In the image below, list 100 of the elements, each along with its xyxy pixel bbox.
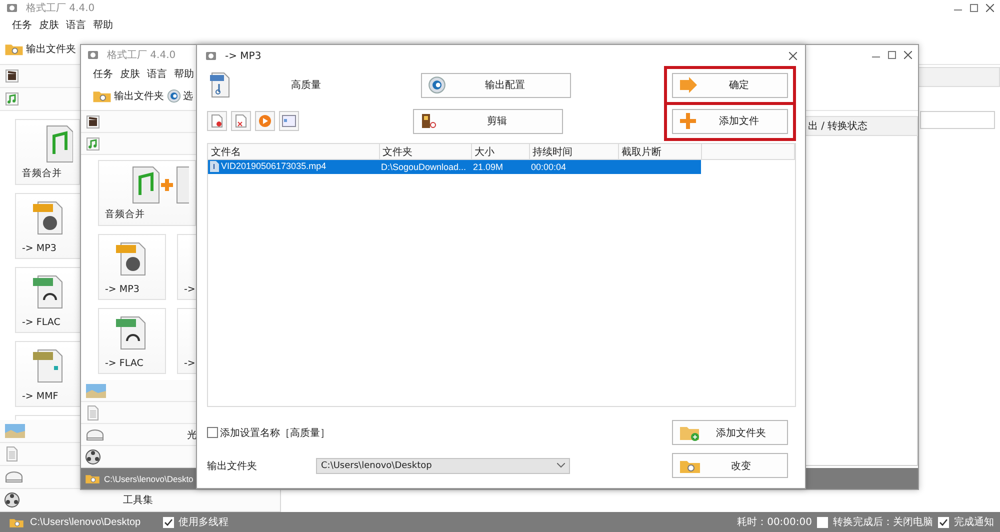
toolbar-button-label[interactable]: 输出文件夹 — [26, 42, 76, 56]
toolbar-button-label[interactable]: 输出文件夹 — [114, 89, 164, 103]
chevron-down-icon — [557, 463, 565, 468]
preset-name: 高质量 — [291, 78, 321, 92]
landscape-image-icon — [4, 423, 26, 439]
film-clip-icon — [85, 114, 101, 130]
film-reel-icon — [4, 492, 20, 508]
mp3-file-icon — [209, 72, 231, 98]
checkbox-label: 使用多线程 — [178, 516, 229, 529]
gear-icon — [428, 76, 446, 94]
tile-label: -> FLAC — [22, 317, 62, 328]
window-title: 格式工厂 4.4.0 — [107, 48, 176, 62]
format-tile[interactable]: -> MMF — [15, 341, 83, 407]
maximize-icon[interactable] — [888, 51, 896, 59]
menu-item[interactable]: 帮助 — [93, 18, 113, 32]
document-icon — [85, 404, 101, 420]
folder-icon — [8, 516, 25, 528]
tool-button[interactable] — [231, 111, 251, 131]
add-folder-button[interactable]: 添加文件夹 — [672, 420, 788, 445]
document-icon — [4, 446, 20, 462]
checkbox[interactable] — [207, 427, 218, 438]
film-scissors-icon — [420, 112, 438, 130]
disc-drive-icon — [4, 469, 24, 485]
music-note-icon — [4, 91, 20, 107]
close-icon[interactable] — [986, 4, 994, 12]
tile-label: -> MP3 — [105, 284, 140, 295]
app-logo-icon — [87, 49, 99, 61]
remove-file-icon — [211, 114, 223, 128]
field-label: 输出文件夹 — [207, 460, 258, 472]
category-label: 工具集 — [122, 494, 154, 507]
arrow-icon — [679, 77, 697, 93]
column-header: 出 / 转换状态 — [808, 120, 868, 133]
format-tile[interactable]: 音频合并 — [98, 160, 196, 226]
input-field[interactable] — [920, 111, 995, 129]
checkbox-label: 完成通知 — [954, 516, 994, 529]
tile-label: -> — [184, 358, 196, 369]
film-clip-icon — [4, 68, 20, 84]
output-path: C:\Users\lenovo\Desktop — [30, 516, 141, 528]
app-logo-icon — [205, 50, 217, 62]
column-header[interactable]: 持续时间 — [529, 144, 618, 160]
gear-icon — [167, 89, 181, 103]
table-cell: 21.09M — [473, 162, 504, 172]
tile-label: 音频合并 — [105, 208, 146, 221]
elapsed-time: 耗时：00:00:00 — [737, 516, 812, 529]
format-tile[interactable]: -> FLAC — [15, 267, 83, 333]
column-header[interactable]: 大小 — [471, 144, 529, 160]
tile-label: -> MMF — [22, 391, 60, 402]
close-icon[interactable] — [789, 52, 797, 60]
tool-button[interactable] — [255, 111, 275, 131]
folder-icon — [4, 42, 24, 56]
checkbox-label: 转换完成后：关闭电脑 — [833, 516, 933, 529]
toolbar-button-label[interactable]: 选 — [183, 89, 193, 103]
category-row[interactable]: 工具集 — [0, 489, 280, 512]
table-cell: VID20190506173035.mp4 — [221, 161, 326, 171]
column-header[interactable]: 文件名 — [208, 144, 379, 160]
menu-item[interactable]: 语言 — [66, 18, 86, 32]
add-file-button[interactable]: 添加文件 — [672, 108, 788, 134]
tile-label: -> MP3 — [22, 243, 58, 254]
plus-icon — [679, 112, 697, 130]
output-settings-button[interactable]: 输出配置 — [421, 72, 571, 98]
window-title: 格式工厂 4.4.0 — [26, 2, 95, 15]
column-header[interactable]: 截取片断 — [618, 144, 701, 160]
output-path: C:\Users\lenovo\Deskto — [104, 474, 194, 484]
output-folder-select[interactable]: C:\Users\lenovo\Desktop — [316, 458, 570, 474]
menu-item[interactable]: 任务 — [12, 18, 32, 32]
clear-file-icon — [235, 114, 247, 128]
play-icon — [258, 114, 272, 128]
audio-merge-icon — [131, 165, 189, 205]
dialog-title: -> MP3 — [225, 50, 262, 62]
ok-button[interactable]: 确定 — [672, 72, 788, 98]
menu-item[interactable]: 帮助 — [174, 66, 194, 80]
tile-label: -> — [184, 284, 196, 295]
music-note-icon — [85, 136, 101, 152]
table-cell: D:\SogouDownload... — [381, 162, 466, 172]
tool-button[interactable] — [279, 111, 299, 131]
disc-drive-icon — [85, 426, 105, 442]
format-tile[interactable]: -> FLAC — [98, 308, 166, 374]
format-tile[interactable]: -> MP3 — [15, 193, 83, 259]
format-tile[interactable]: 音频合并 — [15, 119, 80, 185]
menu-item[interactable]: 语言 — [147, 66, 167, 80]
info-card-icon — [282, 115, 296, 127]
column-header[interactable]: 文件夹 — [379, 144, 471, 160]
menu-item[interactable]: 任务 — [93, 66, 113, 80]
audio-file-icon — [210, 160, 219, 172]
tile-label: 音频合并 — [22, 167, 63, 180]
film-reel-icon — [85, 448, 101, 464]
folder-icon — [92, 89, 112, 103]
tile-label: -> FLAC — [105, 358, 144, 369]
change-button[interactable]: 改变 — [672, 453, 788, 478]
clip-button[interactable]: 剪辑 — [413, 108, 563, 134]
tool-button[interactable] — [207, 111, 227, 131]
folder-icon — [84, 473, 101, 484]
format-tile[interactable]: -> MP3 — [98, 234, 166, 300]
file-row[interactable]: VID20190506173035.mp4 D:\SogouDownload... 21.09M 00:00:04 — [208, 160, 794, 174]
menu-item[interactable]: 皮肤 — [120, 66, 140, 80]
audio-merge-icon — [45, 124, 73, 164]
landscape-image-icon — [85, 382, 107, 398]
maximize-icon[interactable] — [970, 4, 978, 12]
menu-item[interactable]: 皮肤 — [39, 18, 59, 32]
close-icon[interactable] — [904, 51, 912, 59]
